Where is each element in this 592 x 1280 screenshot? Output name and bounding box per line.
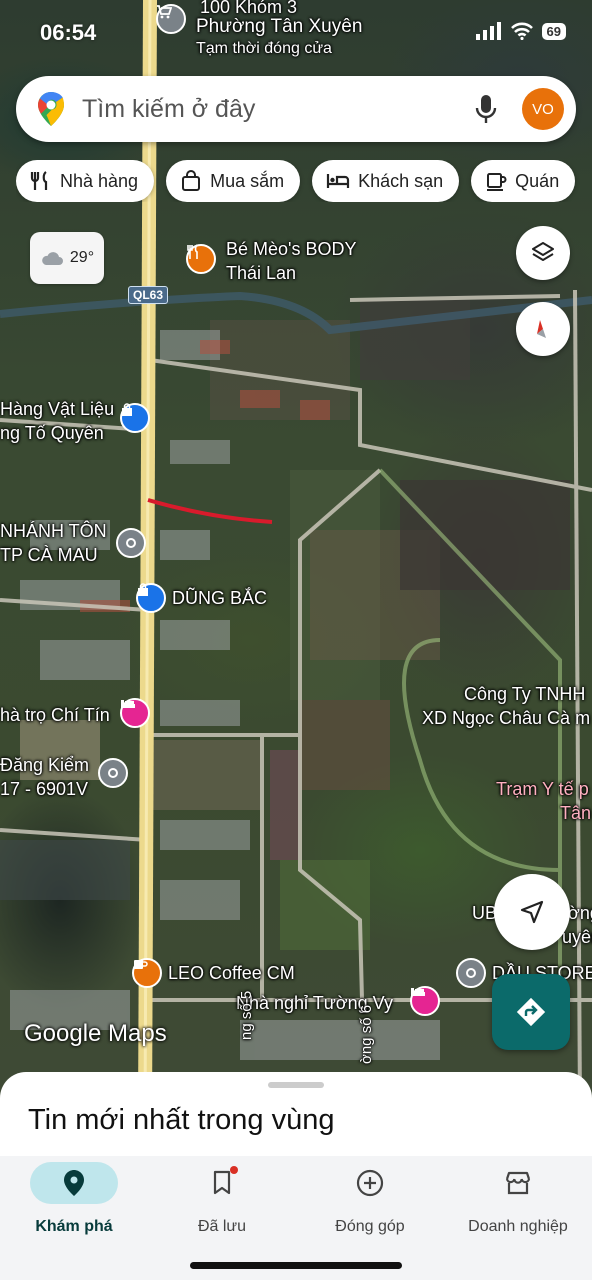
cup-icon xyxy=(132,958,162,988)
poi-label: Tân xyxy=(560,803,592,823)
google-maps-watermark: Google Maps xyxy=(24,1020,167,1047)
shopping-bag-icon xyxy=(136,583,166,613)
location-dot-icon xyxy=(456,958,486,988)
nav-icon-wrap xyxy=(326,1162,414,1204)
street-label: ờng số 6 xyxy=(358,1004,375,1064)
poi-label: hà trọ Chí Tín xyxy=(0,705,110,725)
shopping-bag-icon xyxy=(182,170,201,191)
directions-icon xyxy=(516,997,546,1027)
chip-label: Quán xyxy=(515,170,560,191)
road-shield-ql63: QL63 xyxy=(128,286,169,304)
poi-label: Đăng Kiểm xyxy=(0,755,90,775)
poi-label: DŨNG BẮC xyxy=(172,588,268,608)
chip-restaurants[interactable]: Nhà hàng xyxy=(16,160,155,202)
layers-icon xyxy=(532,242,554,261)
compass-button[interactable] xyxy=(516,302,570,356)
nav-explore[interactable]: Khám phá xyxy=(0,1156,148,1280)
location-dot-icon xyxy=(98,758,128,788)
signal-icon xyxy=(475,22,501,40)
poi-dung-bac[interactable]: DŨNG BẮC xyxy=(136,583,267,613)
poi-label: Công Ty TNHH xyxy=(464,684,586,704)
search-input[interactable]: Tìm kiếm ở đây xyxy=(82,95,474,124)
chip-cafes[interactable]: Quán xyxy=(471,160,576,202)
poi-nha-tro[interactable] xyxy=(120,698,150,728)
directions-button[interactable] xyxy=(492,974,570,1050)
compass-icon xyxy=(537,320,546,338)
home-indicator[interactable] xyxy=(190,1262,402,1269)
chip-label: Mua sắm xyxy=(210,170,285,191)
poi-label: Bé Mèo's BODY xyxy=(226,239,357,259)
location-pin-icon xyxy=(64,1170,84,1196)
status-icons: 69 xyxy=(475,22,566,40)
nav-icon-wrap xyxy=(30,1162,118,1204)
status-time: 06:54 xyxy=(40,20,97,45)
poi-dang-kiem[interactable] xyxy=(98,758,128,788)
poi-leo-coffee[interactable]: LEO Coffee CM xyxy=(132,958,295,988)
sheet-title: Tin mới nhất trong vùng xyxy=(28,1104,335,1136)
category-chips: Nhà hàng Mua sắm Khách sạn Quán xyxy=(16,160,592,202)
notification-dot xyxy=(230,1166,238,1174)
bed-icon xyxy=(327,174,350,188)
poi-label: Phường Tân Xuyên xyxy=(196,16,363,37)
poi-label: NHÁNH TÔN xyxy=(0,521,107,541)
location-dot-icon xyxy=(116,528,146,558)
poi-chi-nhanh[interactable] xyxy=(116,528,146,558)
poi-label: Thái Lan xyxy=(226,263,297,283)
nav-label: Đóng góp xyxy=(335,1218,405,1235)
navigation-arrow-icon xyxy=(520,900,544,924)
fork-knife-icon xyxy=(186,244,216,274)
nav-icon-wrap xyxy=(178,1162,266,1204)
shopping-bag-icon xyxy=(120,403,150,433)
poi-label: TP CÀ MAU xyxy=(0,545,98,565)
wifi-icon xyxy=(510,22,533,40)
microphone-icon[interactable] xyxy=(474,93,498,125)
add-circle-icon xyxy=(356,1169,384,1197)
bed-icon xyxy=(120,698,150,728)
fork-knife-icon xyxy=(30,171,48,190)
temperature: 29° xyxy=(69,249,95,266)
battery-level: 69 xyxy=(541,22,566,40)
nav-icon-wrap xyxy=(474,1162,562,1204)
search-bar[interactable]: Tìm kiếm ở đây VO xyxy=(16,76,576,142)
shopping-cart-icon xyxy=(156,4,186,34)
weather-badge[interactable]: 29° xyxy=(30,232,104,284)
poi-top-shop[interactable] xyxy=(156,4,186,34)
chip-label: Khách sạn xyxy=(358,170,444,191)
poi-nha-nghi[interactable] xyxy=(410,986,440,1016)
poi-label: Trạm Y tế p xyxy=(496,779,589,799)
layers-button[interactable] xyxy=(516,226,570,280)
bed-icon xyxy=(410,986,440,1016)
chip-hotels[interactable]: Khách sạn xyxy=(312,160,460,202)
nav-label: Khám phá xyxy=(35,1218,113,1235)
storefront-icon xyxy=(505,1171,531,1195)
street-label: ng số 5 xyxy=(238,990,255,1040)
google-maps-logo-icon xyxy=(38,92,64,126)
my-location-button[interactable] xyxy=(494,874,570,950)
poi-label: XD Ngọc Châu Cà m xyxy=(422,708,591,728)
avatar[interactable]: VO xyxy=(522,88,564,130)
cloud-icon xyxy=(42,252,63,265)
nav-label: Doanh nghiệp xyxy=(468,1218,568,1235)
poi-label: LEO Coffee CM xyxy=(168,963,295,983)
poi-label: 17 - 6901V xyxy=(0,779,89,799)
chip-shopping[interactable]: Mua sắm xyxy=(166,160,301,202)
poi-label: Hàng Vật Liệu xyxy=(0,399,115,419)
nav-business[interactable]: Doanh nghiệp xyxy=(444,1156,592,1280)
chip-label: Nhà hàng xyxy=(60,170,139,191)
poi-be-meo[interactable] xyxy=(186,244,216,274)
poi-hang-vat-lieu[interactable] xyxy=(120,403,150,433)
poi-label: uyên xyxy=(562,927,592,947)
nav-label: Đã lưu xyxy=(197,1218,247,1235)
bookmark-icon xyxy=(213,1170,231,1195)
cup-icon xyxy=(487,173,507,191)
poi-label: ng Tố Quyên xyxy=(0,423,104,443)
sheet-drag-handle[interactable] xyxy=(268,1082,324,1088)
poi-label: Tạm thời đóng cửa xyxy=(196,40,332,57)
